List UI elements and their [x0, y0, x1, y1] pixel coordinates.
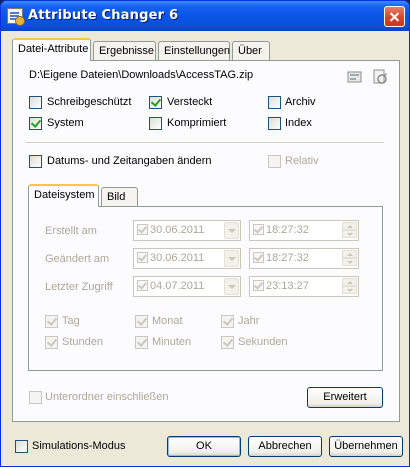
archive-label: Archiv	[285, 96, 316, 108]
tab-label: Über	[238, 45, 262, 57]
accessed-time-value: 23:13:27	[266, 280, 309, 292]
created-date-value: 30.06.2011	[150, 224, 205, 236]
tab-label: Ergebnisse	[99, 45, 155, 57]
hidden-label: Versteckt	[167, 96, 213, 108]
tab-ueber[interactable]: Über	[232, 41, 270, 61]
accessed-time-enable	[253, 280, 264, 291]
chevron-down-icon[interactable]	[224, 222, 239, 239]
chevron-down-icon[interactable]	[224, 250, 239, 267]
close-button[interactable]	[384, 6, 405, 27]
accessed-date-value: 04.07.2011	[150, 280, 205, 292]
day-label: Tag	[62, 315, 80, 327]
chevron-down-icon[interactable]	[224, 278, 239, 295]
spin-down-icon[interactable]	[342, 258, 357, 266]
year-checkbox[interactable]	[221, 315, 234, 328]
compressed-checkbox[interactable]	[149, 117, 162, 130]
spin-down-icon[interactable]	[342, 230, 357, 238]
separator	[26, 142, 384, 144]
index-checkbox[interactable]	[268, 117, 281, 130]
spin-up-icon[interactable]	[342, 250, 357, 258]
hours-checkbox[interactable]	[45, 336, 58, 349]
apply-button[interactable]: Übernehmen	[329, 436, 403, 457]
modified-label: Geändert am	[45, 253, 110, 265]
title-bar[interactable]: Attribute Changer 6	[1, 1, 409, 31]
subtab-label: Dateisystem	[34, 189, 95, 201]
refresh-icon[interactable]	[372, 69, 388, 85]
created-date-enable	[137, 224, 148, 235]
compressed-label: Komprimiert	[167, 117, 227, 129]
ok-button[interactable]: OK	[167, 436, 241, 457]
tab-label: Datei-Attribute	[18, 43, 89, 55]
created-time-enable	[253, 224, 264, 235]
spin-up-icon[interactable]	[342, 278, 357, 286]
read-only-checkbox[interactable]	[29, 96, 42, 109]
tab-einstellungen[interactable]: Einstellungen	[158, 41, 230, 61]
modified-time-spinner[interactable]: 18:27:32	[249, 248, 359, 269]
modified-date-value: 30.06.2011	[150, 252, 205, 264]
spin-up-icon[interactable]	[342, 222, 357, 230]
index-label: Index	[285, 117, 312, 129]
accessed-date-enable	[137, 280, 148, 291]
minutes-checkbox[interactable]	[135, 336, 148, 349]
relative-checkbox[interactable]	[268, 155, 281, 168]
tab-label: Einstellungen	[164, 45, 231, 57]
file-path: D:\Eigene Dateien\Downloads\AccessTAG.zi…	[29, 69, 254, 81]
hidden-checkbox[interactable]	[149, 96, 162, 109]
accessed-label: Letzter Zugriff	[45, 281, 113, 293]
relative-label: Relativ	[285, 155, 319, 167]
properties-icon[interactable]	[347, 69, 363, 85]
read-only-label: Schreibgeschützt	[47, 96, 132, 108]
day-checkbox[interactable]	[45, 315, 58, 328]
subtab-bild[interactable]: Bild	[101, 187, 138, 207]
modified-time-value: 18:27:32	[266, 252, 309, 264]
created-time-spinner[interactable]: 18:27:32	[249, 220, 359, 241]
year-label: Jahr	[238, 315, 260, 327]
system-label: System	[47, 117, 84, 129]
minutes-label: Minuten	[152, 336, 192, 348]
modified-date-enable	[137, 252, 148, 263]
subtab-dateisystem[interactable]: Dateisystem	[28, 184, 99, 207]
created-date-picker[interactable]: 30.06.2011	[133, 220, 241, 241]
include-subfolders-label: Unterordner einschließen	[45, 391, 169, 403]
month-checkbox[interactable]	[135, 315, 148, 328]
simulation-mode-label: Simulations-Modus	[32, 440, 126, 452]
change-dates-checkbox[interactable]	[29, 155, 42, 168]
attribute-changer-app-icon	[7, 8, 25, 26]
seconds-label: Sekunden	[238, 336, 288, 348]
system-checkbox[interactable]	[29, 117, 42, 130]
simulation-mode-checkbox[interactable]	[15, 440, 28, 453]
accessed-date-picker[interactable]: 04.07.2011	[133, 276, 241, 297]
spin-down-icon[interactable]	[342, 286, 357, 294]
modified-time-enable	[253, 252, 264, 263]
hours-label: Stunden	[62, 336, 103, 348]
change-dates-label: Datums- und Zeitangaben ändern	[47, 155, 212, 167]
attribute-changer-window: Attribute Changer 6 Datei-Attribute Erge…	[0, 0, 410, 467]
created-time-value: 18:27:32	[266, 224, 309, 236]
archive-checkbox[interactable]	[268, 96, 281, 109]
accessed-time-spinner[interactable]: 23:13:27	[249, 276, 359, 297]
advanced-button[interactable]: Erweitert	[307, 387, 383, 408]
cancel-button[interactable]: Abbrechen	[248, 436, 322, 457]
created-label: Erstellt am	[45, 225, 97, 237]
include-subfolders-checkbox[interactable]	[29, 391, 42, 404]
modified-date-picker[interactable]: 30.06.2011	[133, 248, 241, 269]
subtab-label: Bild	[107, 191, 126, 203]
month-label: Monat	[152, 315, 183, 327]
seconds-checkbox[interactable]	[221, 336, 234, 349]
window-title: Attribute Changer 6	[28, 8, 179, 23]
tab-ergebnisse[interactable]: Ergebnisse	[93, 41, 156, 61]
tab-datei-attribute[interactable]: Datei-Attribute	[12, 38, 91, 61]
